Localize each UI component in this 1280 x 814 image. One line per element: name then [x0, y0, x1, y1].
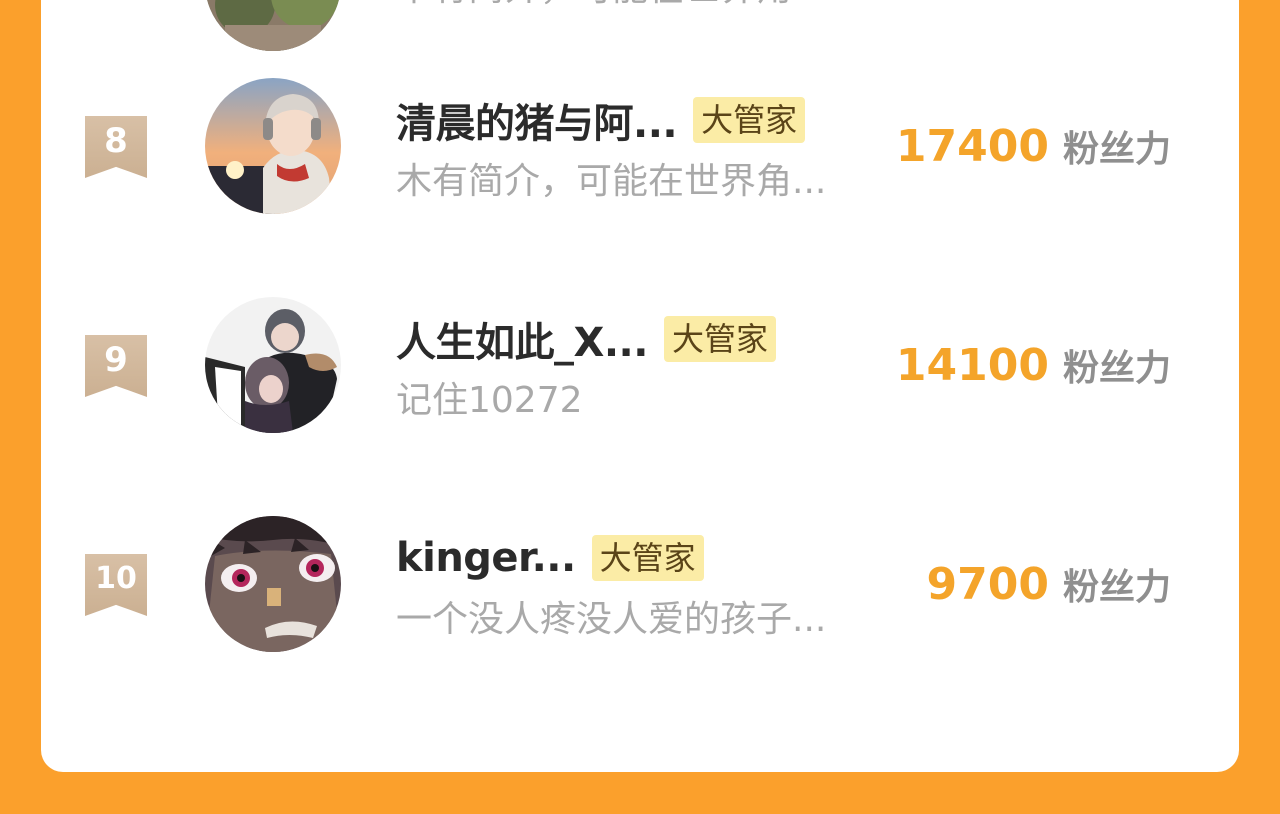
fan-power: 9700 粉丝力 [927, 558, 1171, 610]
fan-power-value: 17400 [895, 121, 1049, 172]
fan-power: 17400 粉丝力 [896, 120, 1171, 172]
avatar[interactable] [205, 0, 341, 51]
user-name[interactable]: kinger... [396, 535, 576, 581]
list-item[interactable]: 10 kinger... 大管家 一个没人疼没人爱的孩子... 9700 粉丝力 [41, 516, 1239, 702]
list-item[interactable]: 9 人生如此_X... 大管家 记住10272 14100 粉丝力 [41, 297, 1239, 483]
rank-badge: 9 [85, 335, 147, 397]
role-badge: 大管家 [591, 535, 704, 581]
user-bio: 记住10272 [396, 380, 583, 421]
avatar[interactable] [205, 78, 341, 214]
avatar[interactable] [205, 516, 341, 652]
avatar-anime-face-closeup-icon [205, 516, 341, 652]
fan-power: 14100 粉丝力 [896, 339, 1171, 391]
user-bio: 木有简介，可能在世界角... [396, 0, 826, 11]
name-line: kinger... 大管家 [396, 532, 704, 584]
ranking-card: 木有简介，可能在世界角... 8 [41, 0, 1239, 772]
name-line: 清晨的猪与阿... 大管家 [396, 91, 806, 149]
rank-badge: 8 [85, 116, 147, 178]
fan-power-label: 粉丝力 [1062, 567, 1171, 608]
list-item[interactable]: 8 清晨的猪与阿... 大管家 木有简介，可能在世界角... 17400 粉丝力 [41, 78, 1239, 264]
fan-power-label: 粉丝力 [1062, 129, 1171, 170]
user-bio: 一个没人疼没人爱的孩子... [396, 599, 827, 640]
user-bio: 木有简介，可能在世界角... [396, 161, 827, 202]
avatar-anime-couple-embrace-icon [205, 297, 341, 433]
rank-badge: 10 [85, 554, 147, 616]
role-badge: 大管家 [693, 97, 806, 143]
user-name[interactable]: 人生如此_X... [396, 310, 648, 368]
avatar[interactable] [205, 297, 341, 433]
fan-power-label: 粉丝力 [1062, 348, 1171, 389]
list-item-partial[interactable]: 木有简介，可能在世界角... [41, 0, 1239, 65]
user-name[interactable]: 清晨的猪与阿... [396, 91, 678, 149]
fan-power-value: 9700 [926, 559, 1049, 610]
avatar-anime-boy-headphones-sunset-icon [205, 78, 341, 214]
fan-power-value: 14100 [895, 340, 1049, 391]
name-line: 人生如此_X... 大管家 [396, 310, 776, 368]
role-badge: 大管家 [663, 316, 776, 362]
